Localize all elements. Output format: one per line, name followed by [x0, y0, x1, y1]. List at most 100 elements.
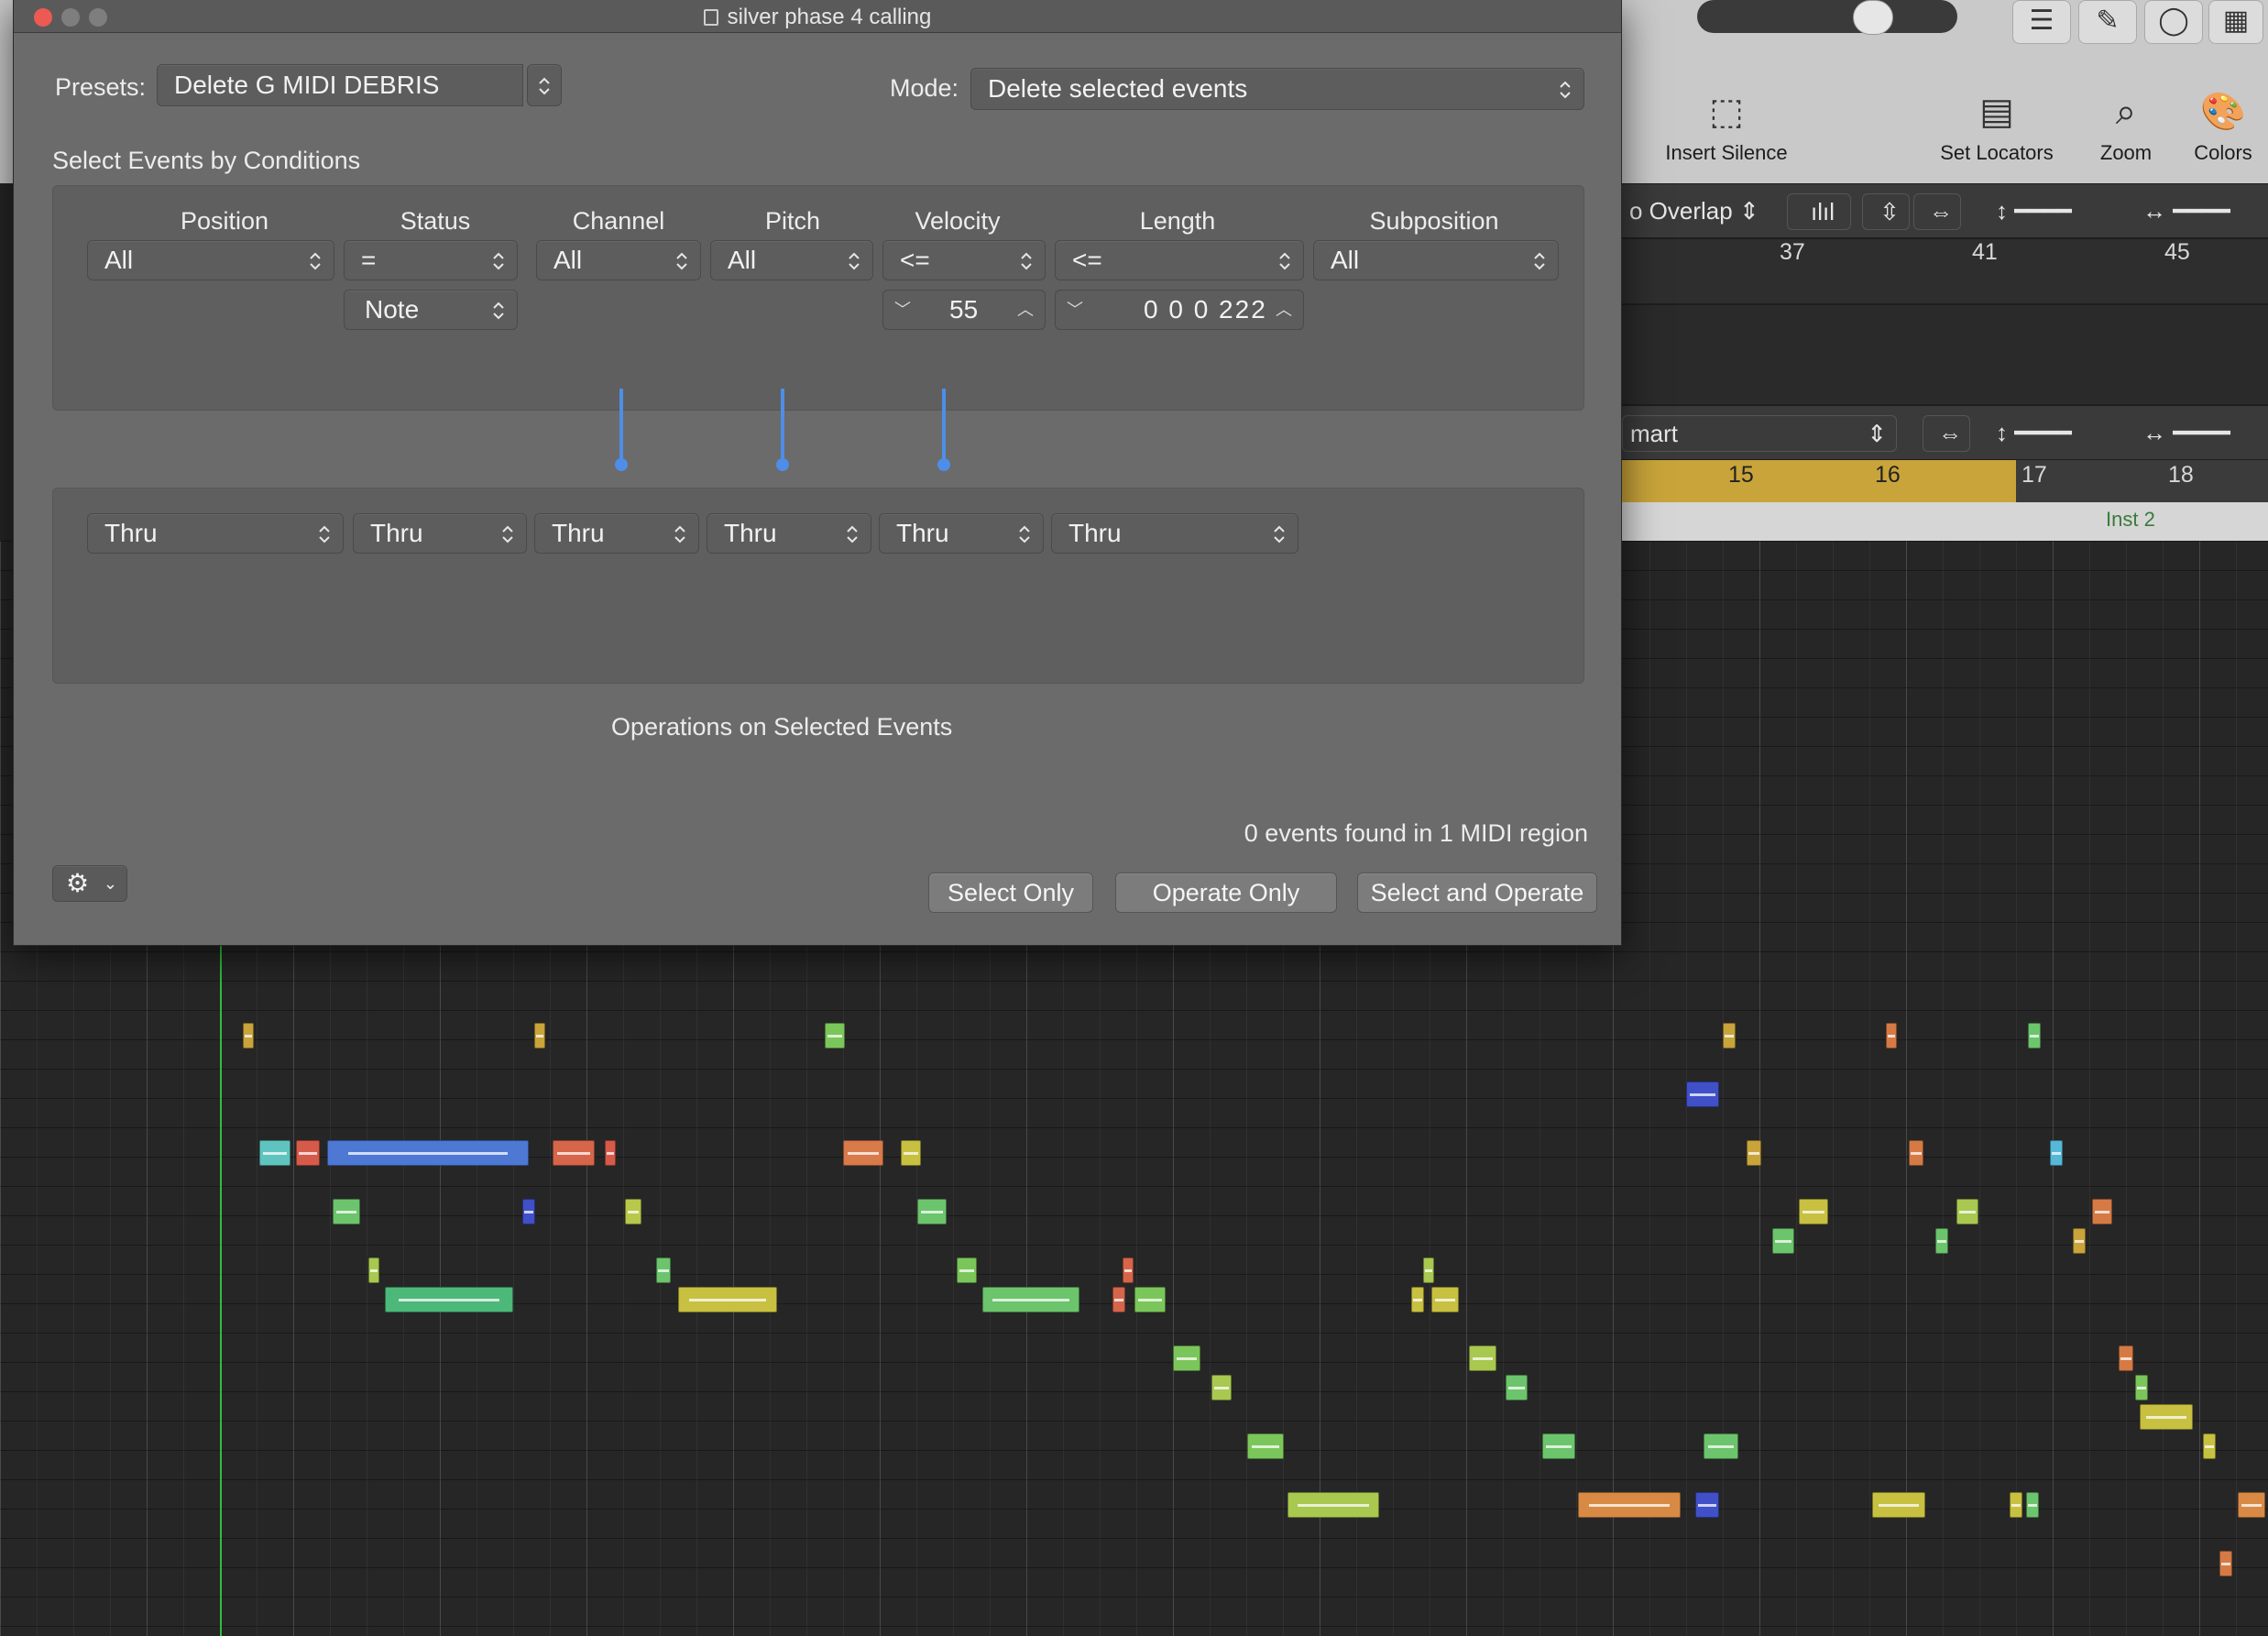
tracks-ruler[interactable]: 37 41 45: [1622, 238, 2268, 304]
operate-only-button[interactable]: Operate Only: [1115, 873, 1337, 913]
tracks-area[interactable]: [1622, 304, 2268, 405]
browsers-icon[interactable]: ▦: [2208, 0, 2263, 44]
midi-note[interactable]: [1886, 1023, 1897, 1049]
midi-note[interactable]: [1935, 1228, 1948, 1254]
horizontal-autozoom-icon[interactable]: ⇔: [1913, 193, 1961, 230]
zoom-button[interactable]: [89, 8, 107, 27]
midi-note[interactable]: [2050, 1140, 2063, 1166]
subposition-condition-popup[interactable]: All: [1313, 240, 1559, 280]
midi-note[interactable]: [259, 1140, 290, 1166]
master-volume-knob[interactable]: [1853, 0, 1893, 35]
position-operation-popup[interactable]: Thru: [87, 513, 344, 554]
midi-note[interactable]: [1872, 1492, 1925, 1518]
midi-note[interactable]: [2073, 1228, 2086, 1254]
editor-ruler[interactable]: 15 16 17 18: [1622, 460, 2268, 502]
midi-note[interactable]: [1704, 1433, 1738, 1459]
master-volume-slider[interactable]: [1697, 0, 1957, 33]
midi-note[interactable]: [243, 1023, 254, 1049]
select-and-operate-button[interactable]: Select and Operate: [1357, 873, 1597, 913]
midi-note[interactable]: [605, 1140, 616, 1166]
loop-browser-icon[interactable]: ◯: [2144, 0, 2203, 44]
midi-note[interactable]: [1469, 1345, 1496, 1371]
midi-note[interactable]: [1506, 1375, 1528, 1400]
insert-silence-tool[interactable]: ⬚ Insert Silence: [1653, 88, 1800, 165]
playhead[interactable]: [220, 944, 222, 1636]
action-menu-button[interactable]: ⚙ ⌄: [52, 865, 127, 902]
midi-note[interactable]: [1287, 1492, 1379, 1518]
length-operator-popup[interactable]: <=: [1055, 240, 1304, 280]
vertical-zoom-slider[interactable]: ↕ ━━━━: [1989, 193, 2117, 230]
midi-note[interactable]: [1247, 1433, 1284, 1459]
midi-note[interactable]: [982, 1287, 1079, 1312]
midi-note[interactable]: [1772, 1228, 1794, 1254]
midi-note[interactable]: [296, 1140, 320, 1166]
midi-note[interactable]: [1123, 1257, 1134, 1283]
midi-note[interactable]: [1799, 1199, 1828, 1224]
zoom-tool[interactable]: ⌕ Zoom: [2089, 88, 2163, 165]
midi-note[interactable]: [333, 1199, 360, 1224]
midi-note[interactable]: [917, 1199, 947, 1224]
midi-note[interactable]: [1695, 1492, 1719, 1518]
length-value-stepper[interactable]: ﹀ 0 0 0 222 ︿: [1055, 290, 1304, 330]
length-operation-popup[interactable]: Thru: [1051, 513, 1298, 554]
midi-note[interactable]: [2238, 1492, 2265, 1518]
colors-tool[interactable]: 🎨 Colors: [2186, 88, 2260, 165]
midi-note[interactable]: [656, 1257, 671, 1283]
midi-note[interactable]: [2140, 1404, 2193, 1430]
midi-note[interactable]: [625, 1199, 641, 1224]
editor-tool-popup[interactable]: mart ⇕: [1622, 415, 1897, 452]
chevron-up-icon[interactable]: ︿: [1017, 291, 1034, 329]
midi-note[interactable]: [2203, 1433, 2216, 1459]
status-condition-popup[interactable]: =: [344, 240, 518, 280]
midi-note[interactable]: [1686, 1082, 1719, 1107]
region-header[interactable]: Inst 2: [1622, 502, 2268, 541]
presets-popup-button[interactable]: [527, 64, 562, 106]
note-pad-icon[interactable]: ✎: [2078, 0, 2137, 44]
presets-field[interactable]: Delete G MIDI DEBRIS: [157, 64, 523, 106]
midi-note[interactable]: [843, 1140, 883, 1166]
midi-note[interactable]: [1431, 1287, 1459, 1312]
midi-note[interactable]: [2026, 1492, 2039, 1518]
midi-note[interactable]: [553, 1140, 595, 1166]
status-operation-popup[interactable]: Thru: [353, 513, 527, 554]
midi-note[interactable]: [2119, 1345, 2133, 1371]
waveform-zoom-icon[interactable]: ılıl: [1787, 193, 1851, 230]
midi-note[interactable]: [327, 1140, 529, 1166]
window-titlebar[interactable]: silver phase 4 calling: [14, 0, 1621, 33]
midi-note[interactable]: [1423, 1257, 1434, 1283]
velocity-operator-popup[interactable]: <=: [882, 240, 1046, 280]
midi-note[interactable]: [534, 1023, 545, 1049]
drag-mode-popup[interactable]: o Overlap ⇕: [1622, 193, 1769, 230]
chevron-down-icon[interactable]: ﹀: [894, 291, 911, 329]
editor-horizontal-zoom-slider[interactable]: ↔ ━━━━: [2135, 415, 2263, 452]
editor-vertical-zoom-slider[interactable]: ↕ ━━━━: [1989, 415, 2126, 452]
pitch-operation-popup[interactable]: Thru: [707, 513, 871, 554]
pitch-condition-popup[interactable]: All: [710, 240, 873, 280]
list-editors-icon[interactable]: ☰: [2012, 0, 2071, 44]
midi-note[interactable]: [385, 1287, 513, 1312]
channel-operation-popup[interactable]: Thru: [534, 513, 699, 554]
midi-note[interactable]: [1956, 1199, 1978, 1224]
midi-note[interactable]: [901, 1140, 921, 1166]
midi-note[interactable]: [2028, 1023, 2041, 1049]
midi-note[interactable]: [2135, 1375, 2148, 1400]
midi-note[interactable]: [2010, 1492, 2022, 1518]
chevron-up-icon[interactable]: ︿: [1276, 291, 1292, 329]
midi-note[interactable]: [957, 1257, 977, 1283]
midi-note[interactable]: [1723, 1023, 1736, 1049]
set-locators-tool[interactable]: ▤ Set Locators: [1928, 88, 2065, 165]
midi-note[interactable]: [522, 1199, 535, 1224]
midi-note[interactable]: [368, 1257, 379, 1283]
midi-note[interactable]: [1542, 1433, 1575, 1459]
midi-note[interactable]: [1411, 1287, 1424, 1312]
velocity-value-stepper[interactable]: ﹀ 55 ︿: [882, 290, 1046, 330]
midi-note[interactable]: [1112, 1287, 1125, 1312]
chevron-down-icon[interactable]: ﹀: [1067, 291, 1083, 329]
midi-note[interactable]: [678, 1287, 777, 1312]
midi-note[interactable]: [1134, 1287, 1166, 1312]
horizontal-zoom-slider[interactable]: ↔ ━━━━: [2135, 193, 2263, 230]
position-condition-popup[interactable]: All: [87, 240, 334, 280]
channel-condition-popup[interactable]: All: [536, 240, 701, 280]
select-only-button[interactable]: Select Only: [928, 873, 1093, 913]
minimize-button[interactable]: [61, 8, 80, 27]
